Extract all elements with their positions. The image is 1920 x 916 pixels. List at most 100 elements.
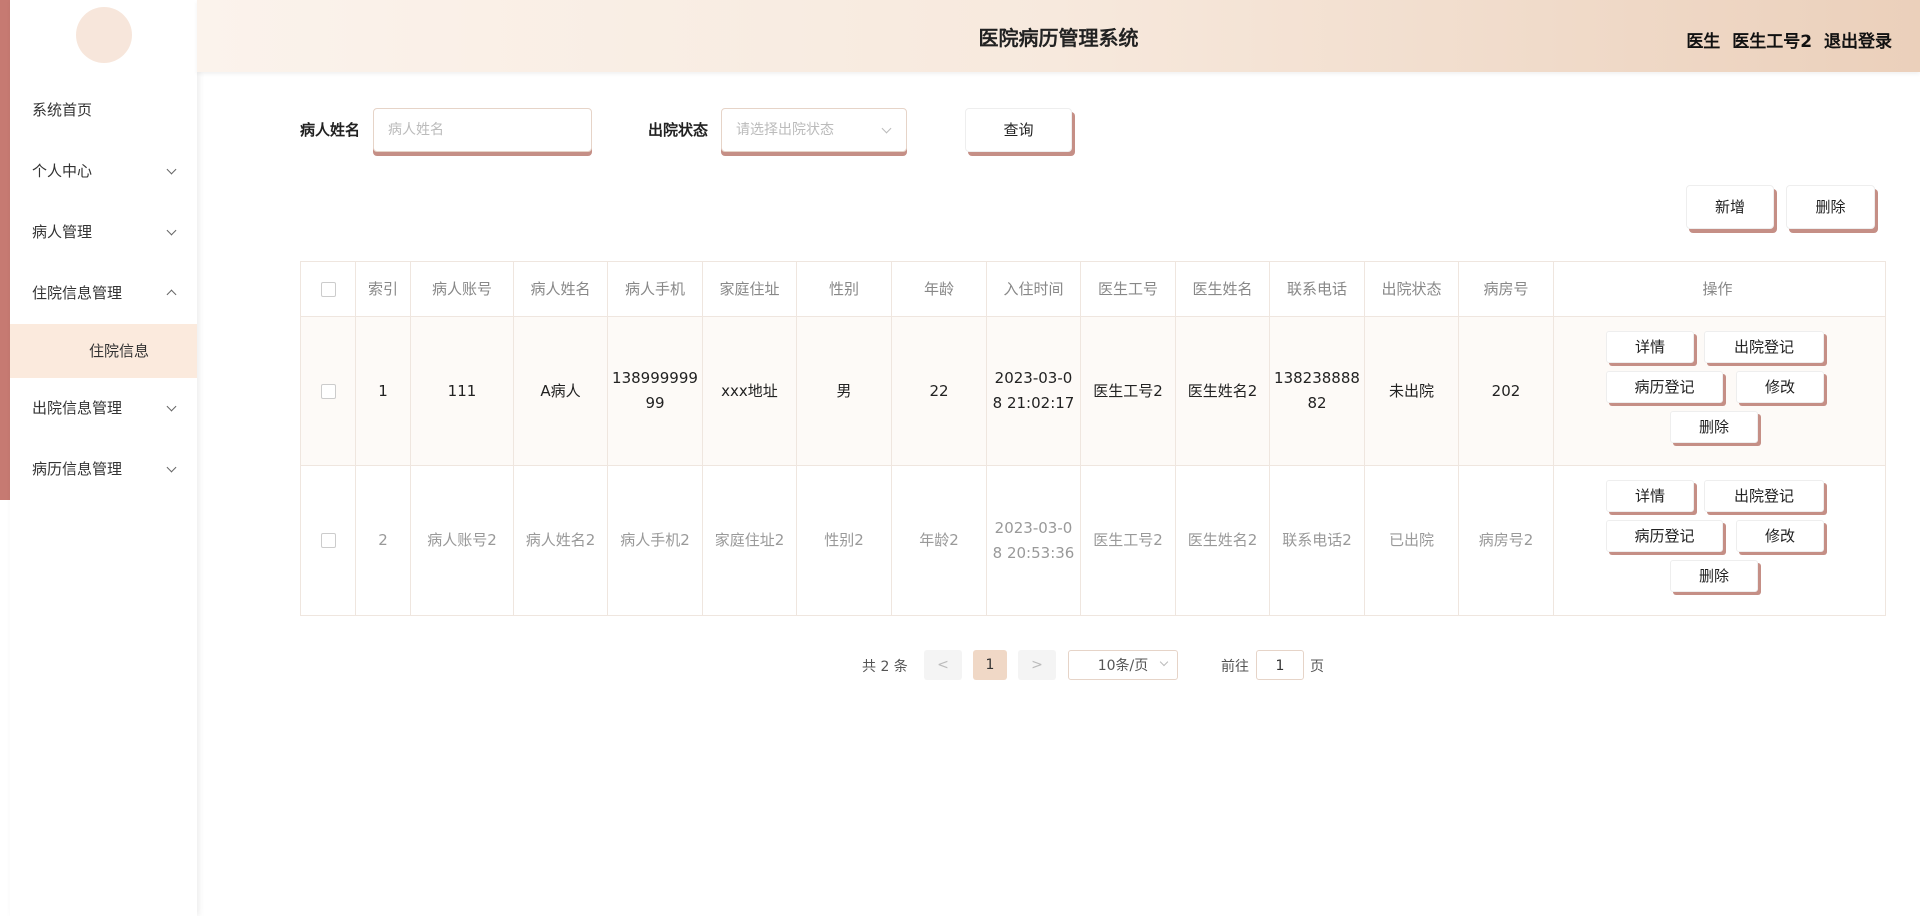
column-header: 病人姓名: [514, 262, 608, 316]
table-cell: 病人手机2: [608, 466, 703, 615]
table-cell: 13823888882: [1270, 317, 1365, 465]
table-cell: 病房号2: [1459, 466, 1554, 615]
edit-button[interactable]: 修改: [1736, 520, 1824, 552]
sidebar-item-label: 个人中心: [32, 162, 93, 180]
sidebar-item-patient-management[interactable]: 病人管理: [10, 202, 197, 263]
row-actions: 详情 出院登记 病历登记 修改 删除: [1554, 466, 1881, 615]
column-header: 医生工号: [1081, 262, 1176, 316]
page-unit-label: 页: [1310, 659, 1324, 675]
chevron-up-icon: [166, 263, 177, 324]
next-page-button[interactable]: >: [1018, 650, 1056, 680]
table-cell: 性别2: [797, 466, 892, 615]
row-select-cell: [301, 466, 356, 615]
page-number-current[interactable]: 1: [973, 650, 1007, 680]
query-button[interactable]: 查询: [965, 108, 1072, 152]
logout-button[interactable]: 退出登录: [1824, 32, 1892, 52]
table-cell: 病人姓名2: [514, 466, 608, 615]
discharge-status-placeholder: 请选择出院状态: [736, 122, 834, 138]
table-cell: 医生工号2: [1081, 317, 1176, 465]
chevron-down-icon: [166, 378, 177, 439]
table-header-row: 索引 病人账号 病人姓名 病人手机 家庭住址 性别 年龄 入住时间 医生工号 医…: [301, 262, 1885, 317]
patient-name-label: 病人姓名: [300, 121, 361, 139]
user-role: 医生: [1686, 32, 1721, 52]
table-cell: 22: [892, 317, 987, 465]
table-cell: 13899999999: [608, 317, 703, 465]
page-size-value: 10条/页: [1097, 658, 1149, 674]
discharge-register-button[interactable]: 出院登记: [1704, 480, 1824, 512]
add-button[interactable]: 新增: [1686, 185, 1774, 229]
inpatient-table: 索引 病人账号 病人姓名 病人手机 家庭住址 性别 年龄 入住时间 医生工号 医…: [300, 261, 1886, 616]
goto-page-input[interactable]: 1: [1256, 650, 1304, 680]
table-cell: 联系电话2: [1270, 466, 1365, 615]
sidebar-accent-strip: [0, 0, 10, 500]
sidebar-item-label: 出院信息管理: [32, 399, 123, 417]
table-cell: 男: [797, 317, 892, 465]
column-header: 联系电话: [1270, 262, 1365, 316]
batch-delete-button[interactable]: 删除: [1786, 185, 1875, 229]
row-select-cell: [301, 317, 356, 465]
table-cell: 2: [356, 466, 411, 615]
table-cell: A病人: [514, 317, 608, 465]
table-cell: 医生姓名2: [1176, 466, 1270, 615]
delete-button[interactable]: 删除: [1670, 560, 1758, 592]
select-all-checkbox[interactable]: [320, 281, 336, 297]
column-header: 索引: [356, 262, 411, 316]
table-cell: 2023-03-08 20:53:36: [987, 466, 1081, 615]
row-actions-cell: 详情 出院登记 病历登记 修改 删除: [1554, 317, 1881, 465]
row-actions-cell: 详情 出院登记 病历登记 修改 删除: [1554, 466, 1881, 615]
sidebar-item-label: 病历信息管理: [32, 460, 123, 478]
row-checkbox[interactable]: [320, 533, 336, 548]
column-header: 年龄: [892, 262, 987, 316]
discharge-status-select[interactable]: 请选择出院状态: [721, 108, 907, 152]
table-cell: 医生工号2: [1081, 466, 1176, 615]
prev-page-button[interactable]: <: [924, 650, 962, 680]
column-header: 操作: [1702, 279, 1733, 298]
sidebar-item-home[interactable]: 系统首页: [10, 80, 197, 141]
table-cell: 未出院: [1365, 317, 1459, 465]
sidebar-item-medical-record-management[interactable]: 病历信息管理: [10, 439, 197, 500]
sidebar-item-personal-center[interactable]: 个人中心: [10, 141, 197, 202]
chevron-down-icon: [166, 439, 177, 500]
column-header: 病人手机: [608, 262, 703, 316]
column-header: 出院状态: [1365, 262, 1459, 316]
detail-button[interactable]: 详情: [1606, 331, 1694, 363]
sidebar-item-inpatient-management[interactable]: 住院信息管理: [10, 263, 197, 324]
page-size-select[interactable]: 10条/页: [1068, 650, 1178, 680]
row-checkbox[interactable]: [320, 383, 336, 399]
table-cell: xxx地址: [703, 317, 797, 465]
top-header: 医院病历管理系统 医生 医生工号2 退出登录: [197, 0, 1920, 72]
sidebar-menu: 系统首页 个人中心 病人管理 住院信息管理 住院信息 出院信息管理 病历信息管理: [10, 80, 197, 500]
sidebar-item-discharge-management[interactable]: 出院信息管理: [10, 378, 197, 439]
column-header: 病人账号: [411, 262, 514, 316]
column-header: 入住时间: [987, 262, 1081, 316]
chevron-down-icon: [166, 141, 177, 202]
table-row: 1 111 A病人 13899999999 xxx地址 男 22 2023-03…: [301, 317, 1885, 466]
sidebar-subitem-inpatient-info[interactable]: 住院信息: [10, 324, 197, 378]
table-row: 2 病人账号2 病人姓名2 病人手机2 家庭住址2 性别2 年龄2 2023-0…: [301, 466, 1885, 615]
table-cell: 医生姓名2: [1176, 317, 1270, 465]
detail-button[interactable]: 详情: [1606, 480, 1694, 512]
sidebar-subitem-label: 住院信息: [89, 342, 150, 360]
avatar[interactable]: [76, 7, 132, 63]
row-actions: 详情 出院登记 病历登记 修改 删除: [1554, 317, 1881, 465]
table-cell: 111: [411, 317, 514, 465]
medical-record-register-button[interactable]: 病历登记: [1606, 371, 1723, 403]
patient-name-input[interactable]: 病人姓名: [373, 108, 592, 152]
table-cell: 202: [1459, 317, 1554, 465]
user-name: 医生工号2: [1732, 32, 1813, 52]
delete-button[interactable]: 删除: [1670, 411, 1758, 443]
sidebar-item-label: 住院信息管理: [32, 284, 123, 302]
edit-button[interactable]: 修改: [1736, 371, 1824, 403]
sidebar: 系统首页 个人中心 病人管理 住院信息管理 住院信息 出院信息管理 病历信息管理: [10, 0, 197, 916]
header-select-cell: [301, 262, 356, 316]
user-info: 医生 医生工号2 退出登录: [1680, 27, 1892, 52]
table-cell: 已出院: [1365, 466, 1459, 615]
table-cell: 年龄2: [892, 466, 987, 615]
column-header: 医生姓名: [1176, 262, 1270, 316]
goto-label: 前往: [1221, 659, 1249, 675]
medical-record-register-button[interactable]: 病历登记: [1606, 520, 1723, 552]
table-cell: 2023-03-08 21:02:17: [987, 317, 1081, 465]
chevron-down-icon: [166, 202, 177, 263]
discharge-register-button[interactable]: 出院登记: [1704, 331, 1824, 363]
discharge-status-label: 出院状态: [648, 121, 709, 139]
